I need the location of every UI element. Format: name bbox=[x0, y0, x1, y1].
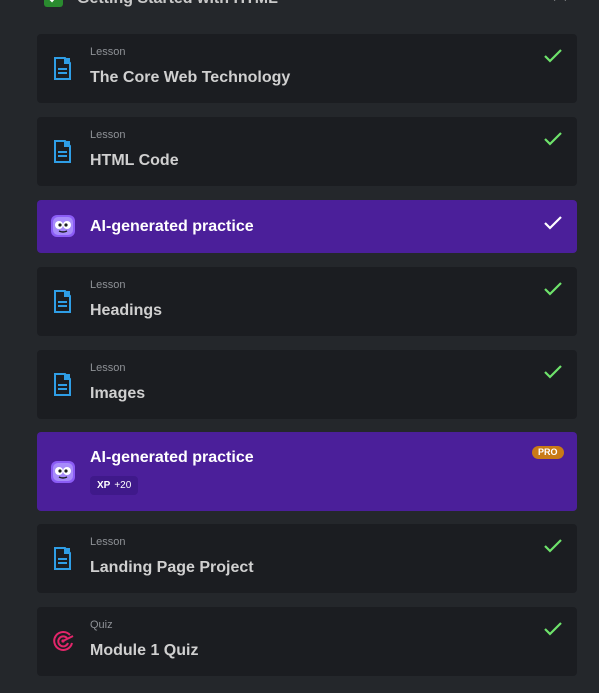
xp-reward-badge: XP +20 bbox=[90, 476, 139, 495]
item-kind: Lesson bbox=[90, 362, 126, 374]
check-icon bbox=[544, 132, 562, 146]
chevron-up-icon[interactable] bbox=[552, 0, 568, 2]
quiz-item[interactable]: Quiz Module 1 Quiz bbox=[37, 607, 577, 676]
lesson-icon bbox=[54, 290, 71, 313]
lesson-item[interactable]: Lesson HTML Code bbox=[37, 117, 577, 186]
module-title: Getting Started with HTML bbox=[77, 0, 278, 8]
item-kind: Lesson bbox=[90, 279, 126, 291]
item-title: HTML Code bbox=[90, 152, 179, 169]
check-square-icon bbox=[44, 0, 63, 7]
lesson-icon bbox=[54, 547, 71, 570]
lesson-item[interactable]: Lesson Images bbox=[37, 350, 577, 419]
item-kind: Quiz bbox=[90, 619, 113, 631]
xp-label: XP bbox=[97, 480, 111, 491]
lesson-icon bbox=[54, 140, 71, 163]
item-kind: Lesson bbox=[90, 129, 126, 141]
pro-badge: PRO bbox=[532, 446, 564, 459]
ai-robot-icon bbox=[51, 461, 75, 483]
check-icon bbox=[544, 282, 562, 296]
module-header[interactable]: Getting Started with HTML bbox=[0, 0, 599, 16]
item-title: The Core Web Technology bbox=[90, 69, 291, 86]
ai-practice-item[interactable]: AI-generated practice bbox=[37, 200, 577, 253]
ai-robot-icon bbox=[51, 215, 75, 237]
item-title: Images bbox=[90, 385, 146, 402]
lesson-item[interactable]: Lesson Headings bbox=[37, 267, 577, 336]
item-title: AI-generated practice bbox=[90, 218, 254, 235]
item-kind: Lesson bbox=[90, 536, 126, 548]
item-title: Headings bbox=[90, 302, 163, 319]
check-icon bbox=[544, 49, 562, 63]
check-icon bbox=[544, 622, 562, 636]
item-title: Landing Page Project bbox=[90, 559, 254, 576]
item-title: AI-generated practice bbox=[90, 449, 254, 466]
lesson-icon bbox=[54, 373, 71, 396]
quiz-target-icon bbox=[53, 630, 74, 651]
lesson-item[interactable]: Lesson Landing Page Project bbox=[37, 524, 577, 593]
item-title: Module 1 Quiz bbox=[90, 642, 199, 659]
check-icon bbox=[544, 216, 562, 230]
check-icon bbox=[544, 365, 562, 379]
ai-practice-item[interactable]: AI-generated practice PRO XP +20 bbox=[37, 432, 577, 511]
item-kind: Lesson bbox=[90, 46, 126, 58]
check-icon bbox=[544, 539, 562, 553]
lesson-icon bbox=[54, 57, 71, 80]
xp-value: +20 bbox=[114, 480, 132, 491]
lesson-item[interactable]: Lesson The Core Web Technology bbox=[37, 34, 577, 103]
